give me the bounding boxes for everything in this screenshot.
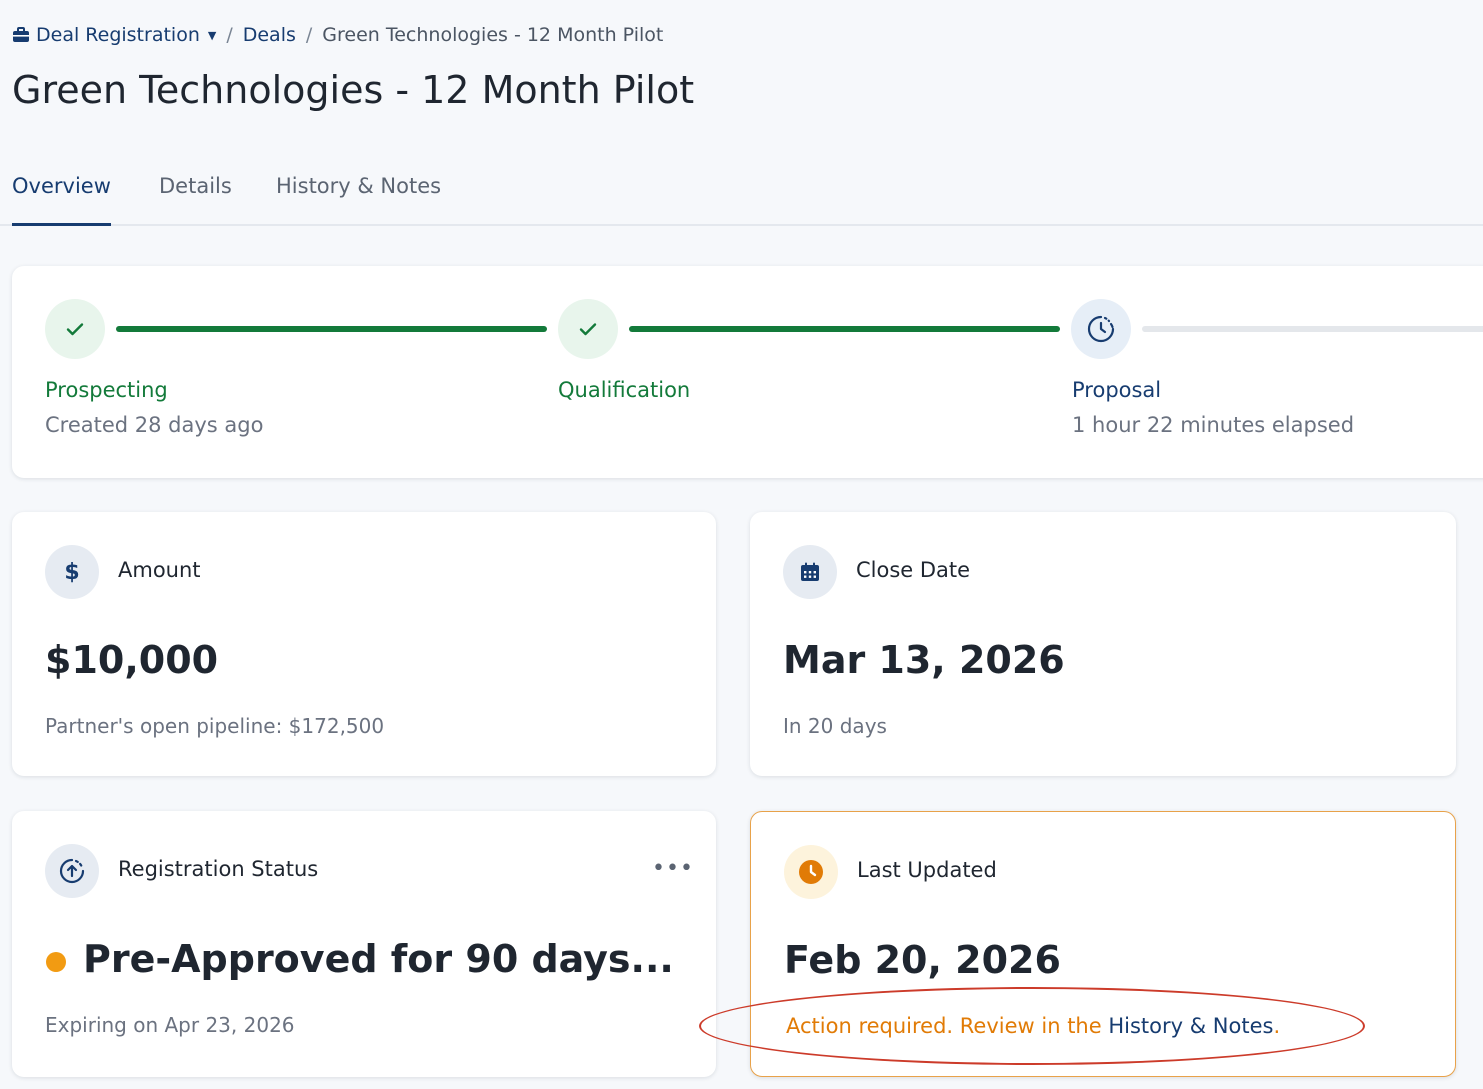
stage-sub-proposal: 1 hour 22 minutes elapsed bbox=[1072, 413, 1355, 437]
breadcrumb-separator: / bbox=[226, 24, 233, 46]
stage-label-proposal: Proposal bbox=[1072, 378, 1162, 402]
stage-progress-card: Prospecting Created 28 days ago Qualific… bbox=[12, 266, 1483, 478]
close-date-label: Close Date bbox=[856, 558, 971, 582]
tab-details[interactable]: Details bbox=[159, 168, 232, 226]
breadcrumb: Deal Registration ▼ / Deals / Green Tech… bbox=[12, 24, 663, 46]
clock-icon bbox=[784, 845, 838, 899]
calendar-icon bbox=[783, 545, 837, 599]
stage-label-prospecting: Prospecting bbox=[45, 378, 168, 402]
tab-history-notes[interactable]: History & Notes bbox=[276, 168, 441, 226]
stage-connector bbox=[1142, 326, 1483, 332]
check-icon bbox=[558, 299, 618, 359]
breadcrumb-root-label: Deal Registration bbox=[36, 24, 200, 46]
registration-status-value: Pre-Approved for 90 days... bbox=[83, 937, 674, 981]
history-notes-link[interactable]: History & Notes bbox=[1108, 1014, 1273, 1038]
tab-overview[interactable]: Overview bbox=[12, 168, 111, 226]
amount-card: $ Amount $10,000 Partner's open pipeline… bbox=[12, 512, 716, 776]
amount-value: $10,000 bbox=[45, 638, 219, 682]
more-options-button[interactable]: ••• bbox=[652, 858, 694, 880]
registration-expiry: Expiring on Apr 23, 2026 bbox=[45, 1013, 295, 1037]
breadcrumb-separator: / bbox=[305, 24, 313, 46]
caret-down-icon[interactable]: ▼ bbox=[208, 29, 216, 42]
stage-connector bbox=[116, 326, 547, 332]
page-title: Green Technologies - 12 Month Pilot bbox=[12, 68, 695, 112]
breadcrumb-current: Green Technologies - 12 Month Pilot bbox=[322, 24, 664, 46]
check-icon bbox=[45, 299, 105, 359]
registration-status-card: Registration Status ••• Pre-Approved for… bbox=[12, 811, 716, 1077]
status-dot bbox=[46, 952, 66, 972]
stage-label-qualification: Qualification bbox=[558, 378, 691, 402]
breadcrumb-deals[interactable]: Deals bbox=[243, 24, 296, 46]
amount-sub: Partner's open pipeline: $172,500 bbox=[45, 714, 385, 738]
action-required-message: Action required. Review in the History &… bbox=[786, 1014, 1280, 1038]
close-date-sub: In 20 days bbox=[783, 714, 887, 738]
last-updated-label: Last Updated bbox=[857, 858, 997, 882]
stage-sub-prospecting: Created 28 days ago bbox=[45, 413, 264, 437]
close-date-value: Mar 13, 2026 bbox=[783, 638, 1065, 682]
registration-status-label: Registration Status bbox=[118, 857, 319, 881]
amount-label: Amount bbox=[118, 558, 201, 582]
action-required-text: Action required. Review in the bbox=[786, 1014, 1109, 1038]
breadcrumb-deal-registration[interactable]: Deal Registration ▼ bbox=[12, 24, 216, 46]
clock-progress-icon bbox=[1071, 299, 1131, 359]
last-updated-card: Last Updated Feb 20, 2026 Action require… bbox=[750, 811, 1456, 1077]
last-updated-value: Feb 20, 2026 bbox=[784, 938, 1061, 982]
dollar-icon: $ bbox=[45, 545, 99, 599]
stage-connector bbox=[629, 326, 1060, 332]
tab-bar: Overview Details History & Notes bbox=[0, 168, 1483, 226]
close-date-card: Close Date Mar 13, 2026 In 20 days bbox=[750, 512, 1456, 776]
upload-cycle-icon bbox=[45, 844, 99, 898]
action-required-end: . bbox=[1273, 1014, 1281, 1038]
briefcase-icon bbox=[13, 27, 29, 42]
